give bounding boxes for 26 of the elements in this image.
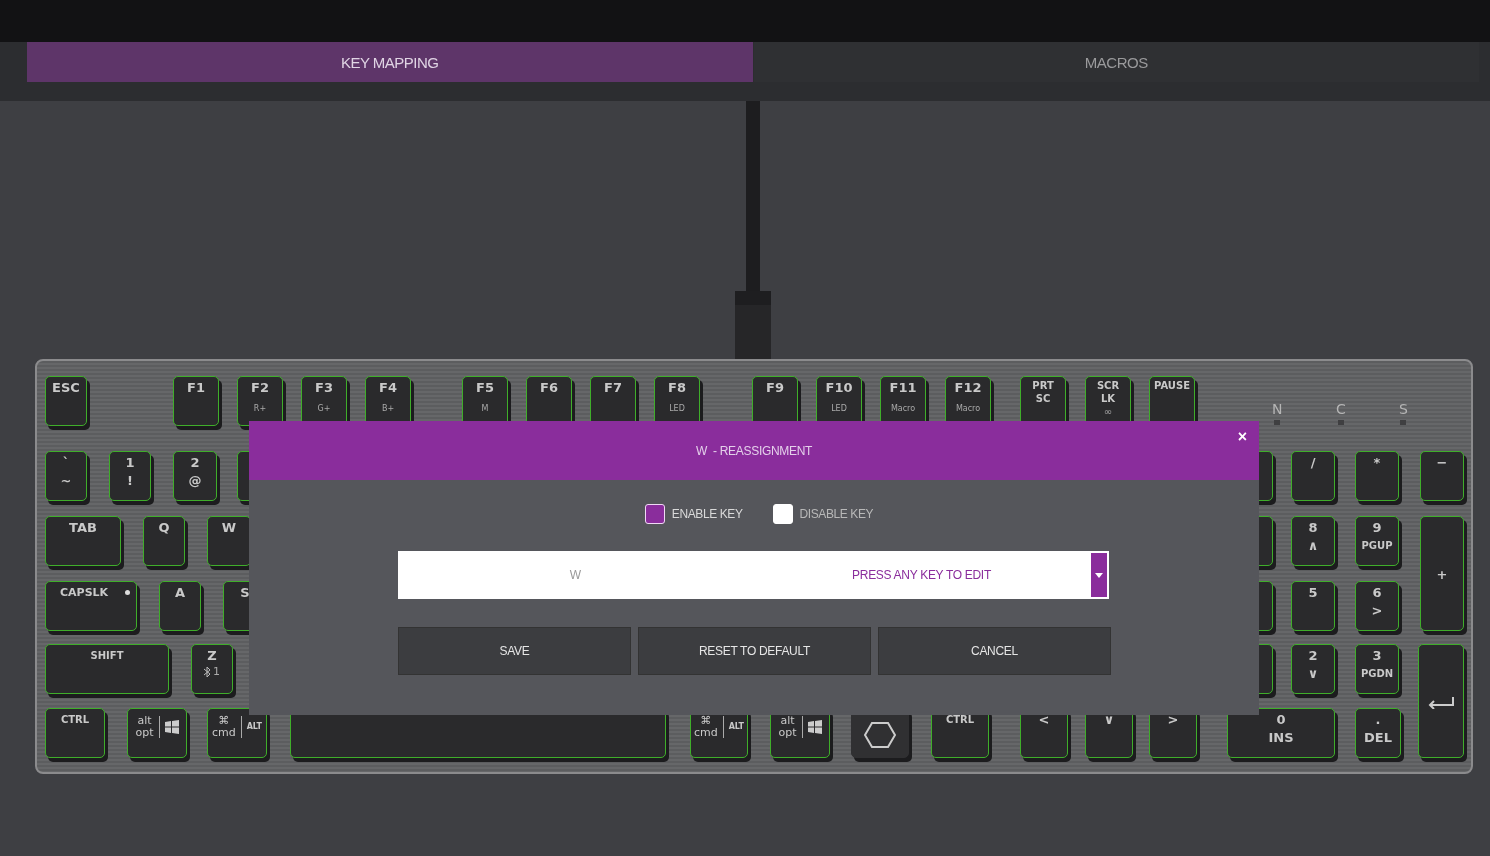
cable-connector-drawing <box>735 291 771 359</box>
checkbox-label: ENABLE KEY <box>671 507 743 521</box>
enter-arrow-icon <box>1427 696 1455 709</box>
checkbox[interactable] <box>644 504 665 524</box>
windows-icon <box>164 720 179 734</box>
original-key-label: W <box>568 568 583 582</box>
caps-lock-light-icon <box>125 590 130 595</box>
indicator-label: N <box>1272 401 1283 417</box>
bluetooth-icon <box>204 666 211 678</box>
windows-icon <box>807 720 822 734</box>
tab[interactable]: KEY MAPPING <box>27 42 753 82</box>
close-button[interactable]: × <box>1233 429 1251 445</box>
dialog-button[interactable]: SAVE <box>398 627 631 675</box>
indicator-light-icon <box>1274 420 1281 425</box>
dialog-button[interactable]: RESET TO DEFAULT <box>638 627 871 675</box>
dialog-button[interactable]: CANCEL <box>878 627 1111 675</box>
dialog-title: W - REASSIGNMENT <box>695 443 813 458</box>
caret-icon <box>1095 572 1103 578</box>
dropdown-button[interactable] <box>1090 552 1108 598</box>
indicator-label: C <box>1336 401 1346 417</box>
indicator-label: S <box>1399 401 1408 417</box>
indicator-light-icon <box>1337 420 1344 425</box>
checkbox-label: DISABLE KEY <box>799 507 874 521</box>
key-input[interactable]: PRESS ANY KEY TO EDIT <box>753 550 1090 600</box>
hexagon-logo-icon <box>863 720 897 749</box>
indicator-light-icon <box>1400 420 1407 425</box>
